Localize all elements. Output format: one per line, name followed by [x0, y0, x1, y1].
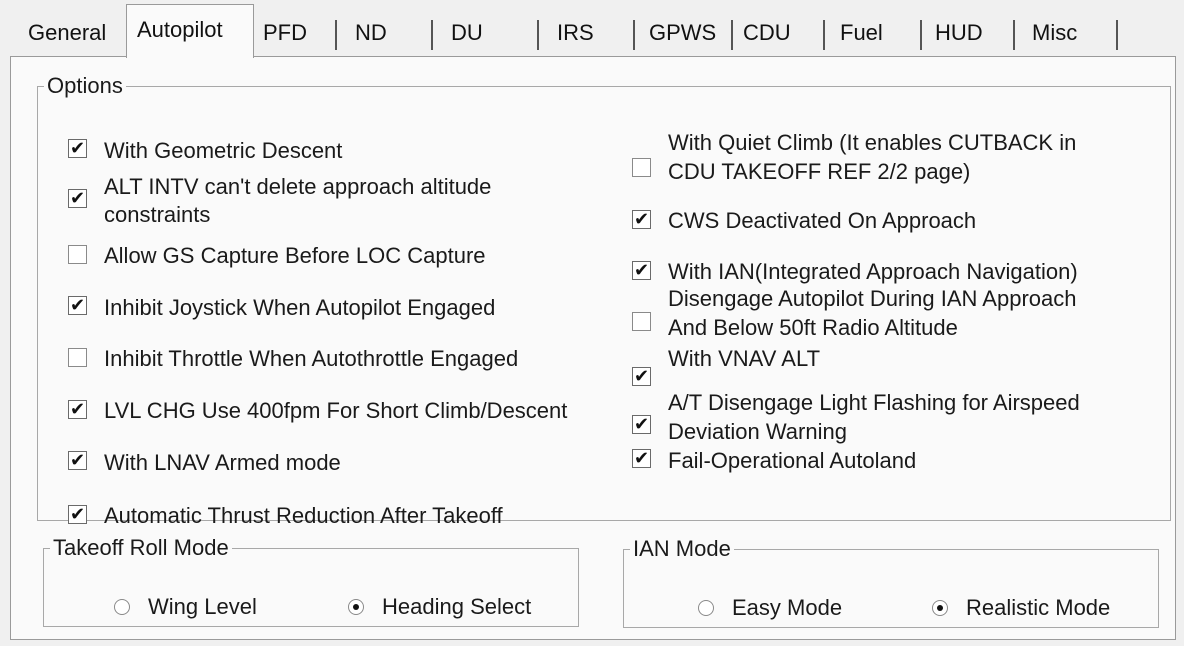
option-label: Automatic Thrust Reduction After Takeoff — [104, 503, 503, 528]
option-label: With IAN(Integrated Approach Navigation) — [668, 259, 1078, 284]
tab-gpws[interactable]: GPWS — [639, 14, 733, 52]
tab-separator — [920, 20, 922, 50]
option-label: A/T Disengage Light Flashing for Airspee… — [668, 390, 1080, 415]
checkbox-gs-before-loc[interactable] — [68, 245, 87, 264]
tab-autopilot[interactable]: Autopilot — [126, 4, 254, 58]
options-legend: Options — [47, 73, 123, 98]
tab-hud[interactable]: HUD — [925, 14, 1015, 52]
takeoff-roll-mode-legend: Takeoff Roll Mode — [53, 535, 229, 560]
tab-label: DU — [451, 20, 483, 45]
ian-mode-group: IAN Mode Easy Mode Realistic Mode — [623, 538, 1159, 628]
tab-label: General — [28, 20, 107, 45]
tab-label: Fuel — [840, 20, 883, 45]
checkbox-disengage-ap-ian[interactable] — [632, 312, 651, 331]
option-label: With VNAV ALT — [668, 346, 821, 371]
radio-dot — [353, 604, 359, 610]
option-label: CWS Deactivated On Approach — [668, 208, 977, 233]
option-label-line2: CDU TAKEOFF REF 2/2 page) — [668, 159, 971, 184]
checkbox-at-disengage-light[interactable]: ✔ — [632, 415, 651, 434]
tab-cdu[interactable]: CDU — [733, 14, 825, 52]
radio-easy-mode[interactable] — [698, 600, 714, 616]
radio-label: Realistic Mode — [966, 595, 1111, 620]
checkbox-cws-deactivated[interactable]: ✔ — [632, 210, 651, 229]
tab-separator — [537, 20, 539, 50]
option-label: Inhibit Joystick When Autopilot Engaged — [104, 295, 496, 320]
checkbox-auto-thrust-reduction[interactable]: ✔ — [68, 505, 87, 524]
checkbox-vnav-alt[interactable]: ✔ — [632, 367, 651, 386]
radio-realistic-mode[interactable] — [932, 600, 948, 616]
checkbox-quiet-climb[interactable] — [632, 158, 651, 177]
option-label: ALT INTV can't delete approach altitude — [104, 174, 492, 199]
tab-label: Misc — [1032, 20, 1078, 45]
radio-label: Wing Level — [148, 594, 257, 619]
tab-fuel[interactable]: Fuel — [830, 14, 922, 52]
tab-irs[interactable]: IRS — [547, 14, 635, 52]
radio-label: Heading Select — [382, 594, 532, 619]
tab-label: IRS — [557, 20, 594, 45]
checkbox-inhibit-joystick[interactable]: ✔ — [68, 296, 87, 315]
tab-separator — [1013, 20, 1015, 50]
tab-label: GPWS — [649, 20, 717, 45]
tab-pfd[interactable]: PFD — [253, 14, 337, 52]
checkbox-alt-intv-constraints[interactable]: ✔ — [68, 189, 87, 208]
tab-label: HUD — [935, 20, 983, 45]
takeoff-roll-mode-group: Takeoff Roll Mode Wing Level Heading Sel… — [43, 537, 579, 627]
option-label: With Quiet Climb (It enables CUTBACK in — [668, 130, 1077, 155]
option-label-line2: Deviation Warning — [668, 419, 847, 444]
checkbox-lnav-armed[interactable]: ✔ — [68, 451, 87, 470]
checkbox-geometric-descent[interactable]: ✔ — [68, 139, 87, 158]
radio-heading-select[interactable] — [348, 599, 364, 615]
tab-separator — [1116, 20, 1118, 50]
ian-mode-legend: IAN Mode — [633, 536, 731, 561]
checkbox-lvl-chg-400fpm[interactable]: ✔ — [68, 400, 87, 419]
tab-label: CDU — [743, 20, 791, 45]
option-label: LVL CHG Use 400fpm For Short Climb/Desce… — [104, 398, 568, 423]
checkbox-inhibit-throttle[interactable] — [68, 348, 87, 367]
autopilot-tab-page: Options ✔ With Geometric Descent ✔ ALT I… — [10, 56, 1176, 640]
tab-separator — [823, 20, 825, 50]
tab-separator — [431, 20, 433, 50]
tab-separator — [335, 20, 337, 50]
option-label: With LNAV Armed mode — [104, 450, 341, 475]
option-label-line2: And Below 50ft Radio Altitude — [668, 315, 958, 340]
checkbox-fail-operational-autoland[interactable]: ✔ — [632, 449, 651, 468]
tab-label: PFD — [263, 20, 307, 45]
option-label: Disengage Autopilot During IAN Approach — [668, 286, 1077, 311]
radio-dot — [937, 605, 943, 611]
tab-strip: General Autopilot PFD ND DU IRS GPWS CDU… — [0, 0, 1184, 58]
tab-general[interactable]: General — [18, 14, 128, 52]
option-label: Allow GS Capture Before LOC Capture — [104, 243, 486, 268]
checkbox-with-ian[interactable]: ✔ — [632, 261, 651, 280]
option-label: Inhibit Throttle When Autothrottle Engag… — [104, 346, 519, 371]
option-label-line2: constraints — [104, 202, 211, 227]
tab-label: ND — [355, 20, 387, 45]
tab-du[interactable]: DU — [441, 14, 539, 52]
options-group: Options ✔ With Geometric Descent ✔ ALT I… — [37, 73, 1171, 528]
tab-separator — [633, 20, 635, 50]
option-label: With Geometric Descent — [104, 138, 343, 163]
radio-label: Easy Mode — [732, 595, 843, 620]
tab-misc[interactable]: Misc — [1022, 14, 1118, 52]
tab-label: Autopilot — [137, 17, 223, 42]
radio-wing-level[interactable] — [114, 599, 130, 615]
option-label: Fail-Operational Autoland — [668, 448, 917, 473]
tab-nd[interactable]: ND — [345, 14, 433, 52]
